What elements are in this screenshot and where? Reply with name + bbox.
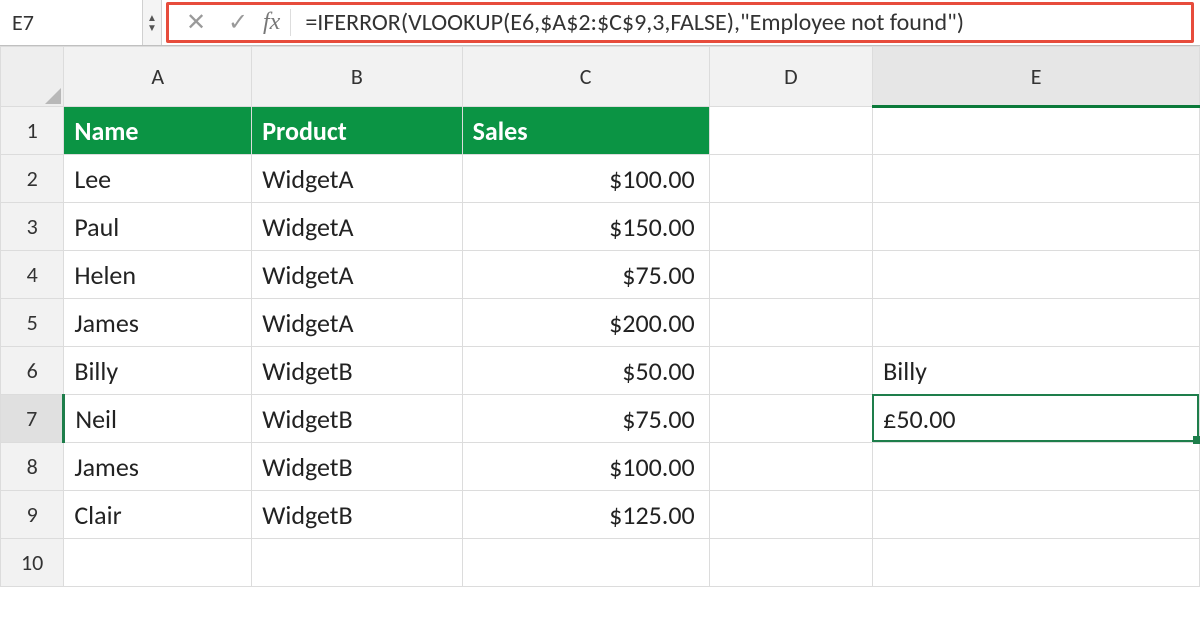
- cell-A1[interactable]: Name: [64, 107, 252, 155]
- cell-E8[interactable]: [873, 443, 1200, 491]
- cell-D10[interactable]: [709, 539, 872, 587]
- cell-D7[interactable]: [709, 395, 872, 443]
- cancel-button[interactable]: ✕: [175, 8, 217, 37]
- cell-D4[interactable]: [709, 251, 872, 299]
- cell-C8[interactable]: $100.00: [462, 443, 709, 491]
- row-header[interactable]: 1: [1, 107, 64, 155]
- name-box-stepper[interactable]: ▲ ▼: [142, 0, 162, 45]
- cell-A8[interactable]: James: [64, 443, 252, 491]
- cell-B7[interactable]: WidgetB: [252, 395, 462, 443]
- confirm-button[interactable]: ✓: [217, 8, 259, 37]
- cell-C6[interactable]: $50.00: [462, 347, 709, 395]
- row-header[interactable]: 9: [1, 491, 64, 539]
- cell-C3[interactable]: $150.00: [462, 203, 709, 251]
- cell-C1[interactable]: Sales: [462, 107, 709, 155]
- formula-bar-highlight: ✕ ✓ fx =IFERROR(VLOOKUP(E6,$A$2:$C$9,3,F…: [166, 2, 1194, 43]
- cell-E4[interactable]: [873, 251, 1200, 299]
- cell-D1[interactable]: [709, 107, 872, 155]
- cell-E6[interactable]: Billy: [873, 347, 1200, 395]
- cell-B4[interactable]: WidgetA: [252, 251, 462, 299]
- cell-A5[interactable]: James: [64, 299, 252, 347]
- name-box[interactable]: E7: [0, 0, 142, 45]
- row-header[interactable]: 4: [1, 251, 64, 299]
- row-header[interactable]: 3: [1, 203, 64, 251]
- cell-B5[interactable]: WidgetA: [252, 299, 462, 347]
- cell-E1[interactable]: [873, 107, 1200, 155]
- cell-D9[interactable]: [709, 491, 872, 539]
- col-header-E[interactable]: E: [873, 47, 1200, 107]
- cell-B6[interactable]: WidgetB: [252, 347, 462, 395]
- cell-C4[interactable]: $75.00: [462, 251, 709, 299]
- stepper-down-icon: ▼: [147, 23, 157, 33]
- cell-A2[interactable]: Lee: [64, 155, 252, 203]
- fx-icon[interactable]: fx: [263, 9, 291, 36]
- cell-A4[interactable]: Helen: [64, 251, 252, 299]
- cell-B8[interactable]: WidgetB: [252, 443, 462, 491]
- cell-E3[interactable]: [873, 203, 1200, 251]
- cell-D8[interactable]: [709, 443, 872, 491]
- cell-E7[interactable]: £50.00: [873, 395, 1200, 443]
- formula-bar: E7 ▲ ▼ ✕ ✓ fx =IFERROR(VLOOKUP(E6,$A$2:$…: [0, 0, 1200, 46]
- row-header[interactable]: 10: [1, 539, 64, 587]
- row-header[interactable]: 7: [1, 395, 64, 443]
- cell-A3[interactable]: Paul: [64, 203, 252, 251]
- cell-B2[interactable]: WidgetA: [252, 155, 462, 203]
- row-header[interactable]: 2: [1, 155, 64, 203]
- cell-D5[interactable]: [709, 299, 872, 347]
- cell-B1[interactable]: Product: [252, 107, 462, 155]
- cell-A10[interactable]: [64, 539, 252, 587]
- cell-C7[interactable]: $75.00: [462, 395, 709, 443]
- cell-A6[interactable]: Billy: [64, 347, 252, 395]
- cell-B3[interactable]: WidgetA: [252, 203, 462, 251]
- formula-input[interactable]: =IFERROR(VLOOKUP(E6,$A$2:$C$9,3,FALSE),"…: [295, 8, 1185, 37]
- cell-C2[interactable]: $100.00: [462, 155, 709, 203]
- cell-C10[interactable]: [462, 539, 709, 587]
- cell-E9[interactable]: [873, 491, 1200, 539]
- cell-E10[interactable]: [873, 539, 1200, 587]
- select-all-corner[interactable]: [1, 47, 64, 107]
- cell-E5[interactable]: [873, 299, 1200, 347]
- cell-E2[interactable]: [873, 155, 1200, 203]
- cell-B9[interactable]: WidgetB: [252, 491, 462, 539]
- cell-A7[interactable]: Neil: [64, 395, 252, 443]
- cell-C9[interactable]: $125.00: [462, 491, 709, 539]
- cell-D2[interactable]: [709, 155, 872, 203]
- col-header-A[interactable]: A: [64, 47, 252, 107]
- cell-D6[interactable]: [709, 347, 872, 395]
- cell-D3[interactable]: [709, 203, 872, 251]
- spreadsheet-grid: A B C D E 1 Name Product Sales 2 Lee Wid…: [0, 46, 1200, 587]
- row-header[interactable]: 5: [1, 299, 64, 347]
- col-header-C[interactable]: C: [462, 47, 709, 107]
- cell-C5[interactable]: $200.00: [462, 299, 709, 347]
- cell-A9[interactable]: Clair: [64, 491, 252, 539]
- row-header[interactable]: 6: [1, 347, 64, 395]
- col-header-D[interactable]: D: [709, 47, 872, 107]
- cell-B10[interactable]: [252, 539, 462, 587]
- row-header[interactable]: 8: [1, 443, 64, 491]
- col-header-B[interactable]: B: [252, 47, 462, 107]
